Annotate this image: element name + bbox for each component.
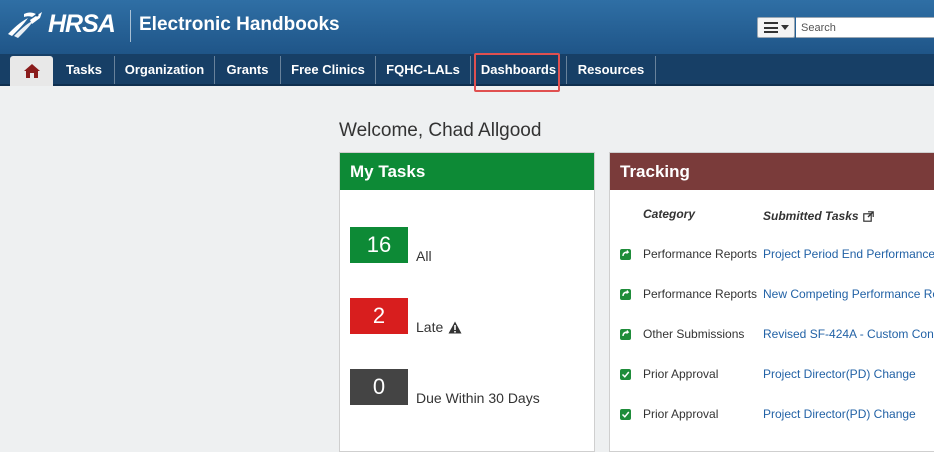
warning-icon [448, 321, 462, 333]
task-label: Due Within 30 Days [416, 390, 540, 406]
tracking-row: Performance Reports New Competing Perfor… [620, 286, 934, 302]
dashboards-highlight-box [474, 53, 560, 92]
column-header-submitted[interactable]: Submitted Tasks [763, 209, 874, 223]
task-label-text: Late [416, 319, 444, 335]
refresh-icon [620, 328, 631, 340]
nav-divider [655, 56, 656, 84]
refresh-icon [620, 248, 631, 260]
tracking-card: Tracking Category Submitted Tasks Perfor… [609, 152, 934, 452]
tracking-task-link[interactable]: Project Director(PD) Change [763, 407, 916, 421]
welcome-message: Welcome, Chad Allgood [339, 120, 542, 141]
my-tasks-card: My Tasks 16 All 2 Late 0 Due Within 30 D… [339, 152, 595, 452]
submitted-tasks-label: Submitted Tasks [763, 209, 859, 223]
nav-fqhc-lals[interactable]: FQHC-LALs [376, 54, 470, 84]
task-label-text: Due Within 30 Days [416, 390, 540, 406]
task-count-badge[interactable]: 0 [350, 369, 408, 405]
tracking-row: Prior Approval Project Director(PD) Chan… [620, 406, 916, 422]
hrsa-logo[interactable]: HRSA [6, 8, 116, 40]
task-row-late[interactable]: 2 Late [350, 298, 462, 335]
app-title: Electronic Handbooks [139, 14, 340, 35]
tracking-task-link[interactable]: Project Director(PD) Change [763, 367, 916, 381]
tracking-category: Performance Reports [643, 287, 758, 301]
column-header-category: Category [643, 207, 696, 221]
search-input[interactable] [796, 17, 934, 38]
nav-resources[interactable]: Resources [567, 54, 655, 84]
nav-grants[interactable]: Grants [215, 54, 280, 84]
tracking-task-link[interactable]: Revised SF-424A - Custom Con [763, 327, 934, 341]
nav-organization[interactable]: Organization [115, 54, 214, 84]
nav-tasks[interactable]: Tasks [54, 54, 114, 84]
tracking-task-link[interactable]: Project Period End Performance [763, 247, 934, 261]
app-header: HRSA Electronic Handbooks [0, 0, 934, 54]
check-icon [620, 408, 631, 420]
hhs-eagle-icon [8, 12, 42, 38]
my-tasks-title: My Tasks [340, 153, 594, 190]
check-icon [620, 368, 631, 380]
task-row-due-30[interactable]: 0 Due Within 30 Days [350, 369, 540, 406]
header-divider [130, 10, 131, 42]
task-count-badge[interactable]: 16 [350, 227, 408, 263]
tracking-category: Other Submissions [643, 327, 745, 341]
tracking-title: Tracking [610, 153, 934, 190]
external-link-icon [862, 210, 874, 222]
tracking-row: Prior Approval Project Director(PD) Chan… [620, 366, 916, 382]
task-label: Late [416, 319, 462, 335]
nav-home[interactable] [10, 56, 53, 86]
task-row-all[interactable]: 16 All [350, 227, 432, 264]
main-nav: Tasks Organization Grants Free Clinics F… [0, 54, 934, 86]
logo-text: HRSA [48, 10, 116, 38]
tracking-row: Performance Reports Project Period End P… [620, 246, 934, 262]
tracking-row: Other Submissions Revised SF-424A - Cust… [620, 326, 934, 342]
hamburger-icon [763, 22, 778, 33]
tracking-task-link[interactable]: New Competing Performance Re [763, 287, 934, 301]
task-count-badge[interactable]: 2 [350, 298, 408, 334]
task-label: All [416, 248, 432, 264]
task-label-text: All [416, 248, 432, 264]
tracking-category: Performance Reports [643, 247, 758, 261]
tracking-category: Prior Approval [643, 407, 719, 421]
nav-free-clinics[interactable]: Free Clinics [281, 54, 375, 84]
home-icon [23, 64, 40, 78]
refresh-icon [620, 288, 631, 300]
menu-dropdown-button[interactable] [757, 17, 795, 38]
tracking-category: Prior Approval [643, 367, 719, 381]
chevron-down-icon [780, 25, 789, 30]
